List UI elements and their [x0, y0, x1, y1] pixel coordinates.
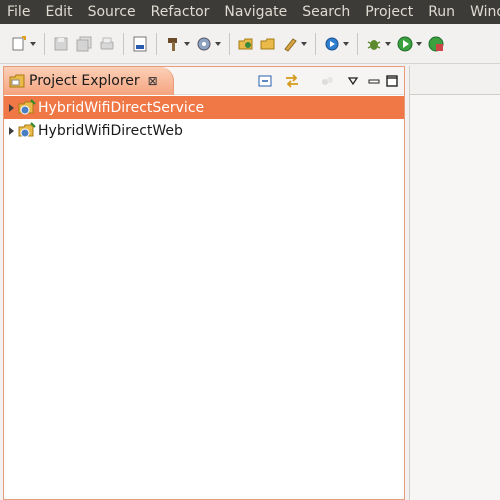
menu-project[interactable]: Project [358, 0, 421, 24]
maximize-button[interactable] [386, 72, 398, 90]
tree-item-project[interactable]: HybridWifiDirectWeb [4, 119, 404, 142]
build-icon [168, 37, 177, 51]
view-header: Project Explorer ⊠ [4, 67, 404, 95]
expand-arrow-icon[interactable] [9, 103, 14, 112]
project-name: HybridWifiDirectService [38, 99, 205, 116]
tab-label: Project Explorer [29, 73, 140, 89]
toolbar-separator [156, 32, 157, 55]
toolbar-separator [44, 32, 45, 55]
menu-navigate[interactable]: Navigate [217, 0, 295, 24]
save-button[interactable] [50, 31, 72, 57]
menu-source[interactable]: Source [81, 0, 144, 24]
binary-button[interactable] [129, 31, 151, 57]
view-menu-icon [347, 77, 359, 86]
focus-button[interactable] [319, 72, 335, 90]
menu-search[interactable]: Search [295, 0, 358, 24]
project-name: HybridWifiDirectWeb [38, 122, 183, 139]
coverage-icon [428, 36, 444, 51]
toolbar-separator [229, 32, 230, 55]
chevron-down-icon[interactable] [384, 40, 392, 48]
toolbar-separator [357, 32, 358, 55]
expand-arrow-icon[interactable] [9, 126, 14, 135]
binary-icon [133, 36, 147, 51]
build-button[interactable] [162, 31, 193, 57]
chevron-down-icon[interactable] [300, 40, 308, 48]
debug-icon [325, 37, 339, 50]
project-icon [18, 121, 36, 140]
bug-icon [367, 39, 381, 50]
web-service-button[interactable] [193, 31, 224, 57]
menu-window[interactable]: Window [463, 0, 500, 24]
editor-area [409, 66, 500, 500]
project-tree: HybridWifiDirectService HybridWifiDirect… [4, 96, 404, 142]
print-icon [100, 37, 114, 49]
menu-run[interactable]: Run [421, 0, 463, 24]
project-explorer-icon [9, 74, 25, 88]
minimize-button[interactable] [368, 72, 380, 90]
coverage-button[interactable] [425, 31, 447, 57]
tree-item-project[interactable]: HybridWifiDirectService [4, 96, 404, 119]
close-icon[interactable]: ⊠ [148, 74, 158, 88]
new-button[interactable] [8, 31, 39, 57]
new-icon [12, 35, 26, 50]
menu-file[interactable]: File [0, 0, 38, 24]
minimize-icon [368, 79, 380, 84]
toolbar-separator [123, 32, 124, 55]
chevron-down-icon[interactable] [214, 40, 222, 48]
menu-bar: File Edit Source Refactor Navigate Searc… [0, 0, 500, 24]
maximize-icon [386, 75, 398, 87]
chevron-down-icon[interactable] [29, 40, 37, 48]
main-toolbar [0, 24, 500, 64]
save-all-button[interactable] [72, 31, 96, 57]
web-service-icon [197, 37, 211, 50]
open-folder-button[interactable] [257, 31, 279, 57]
collapse-all-icon [258, 75, 272, 87]
project-icon [18, 98, 36, 117]
run-button[interactable] [394, 31, 425, 57]
menu-refactor[interactable]: Refactor [144, 0, 218, 24]
save-icon [54, 37, 68, 50]
run-icon [397, 36, 413, 51]
menu-edit[interactable]: Edit [38, 0, 80, 24]
open-type-button[interactable] [235, 31, 257, 57]
mark-button[interactable] [279, 31, 310, 57]
view-menu-button[interactable] [347, 72, 359, 90]
mark-icon [284, 37, 297, 52]
link-editor-button[interactable] [283, 72, 301, 90]
open-folder-icon [260, 38, 275, 49]
bug-button[interactable] [363, 31, 394, 57]
collapse-all-button[interactable] [257, 72, 273, 90]
open-type-icon [238, 38, 253, 49]
project-explorer-view: Project Explorer ⊠ HybridWifiDirectServi… [3, 66, 405, 500]
debug-button[interactable] [321, 31, 352, 57]
tab-project-explorer[interactable]: Project Explorer ⊠ [4, 67, 174, 95]
editor-content [410, 94, 500, 500]
chevron-down-icon[interactable] [342, 40, 350, 48]
print-button[interactable] [96, 31, 118, 57]
focus-icon [322, 77, 333, 85]
chevron-down-icon[interactable] [415, 40, 423, 48]
chevron-down-icon[interactable] [183, 40, 191, 48]
link-with-editor-icon [286, 74, 298, 88]
save-all-icon [76, 36, 92, 51]
toolbar-separator [315, 32, 316, 55]
